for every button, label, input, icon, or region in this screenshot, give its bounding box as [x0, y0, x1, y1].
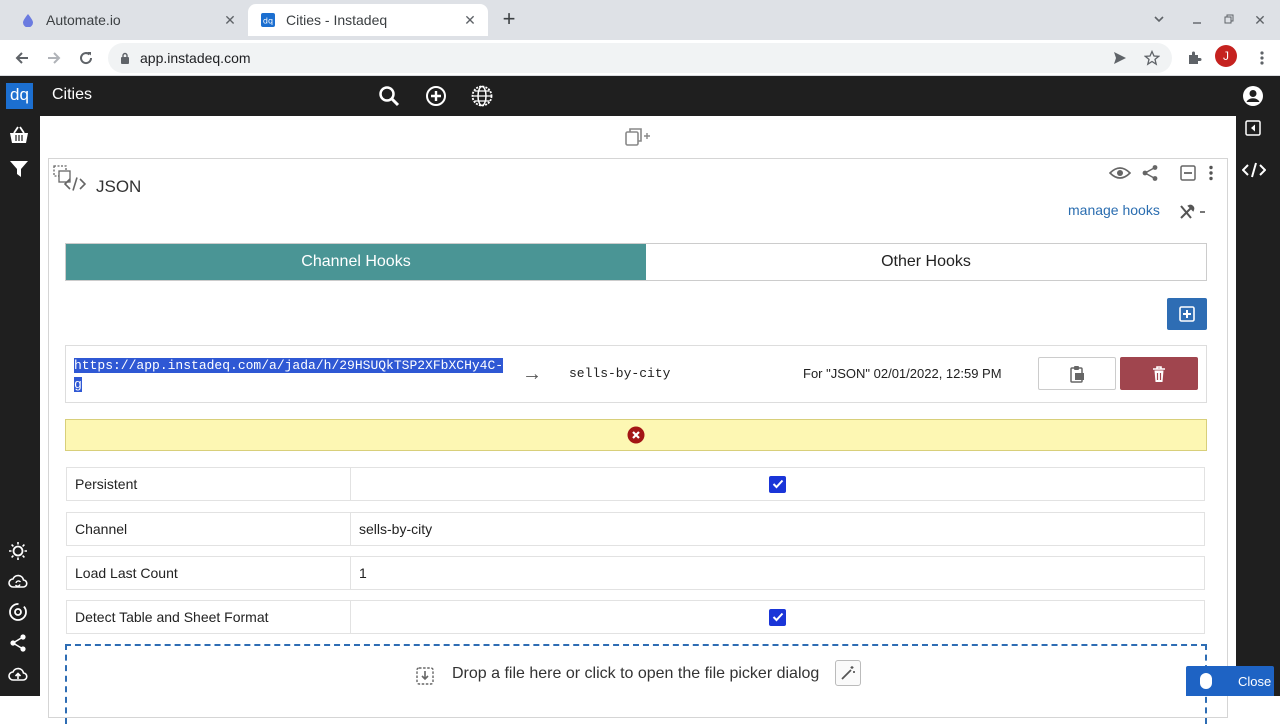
hook-url[interactable]: https://app.instadeq.com/a/jada/h/29HSUQ…	[74, 356, 508, 394]
property-value	[351, 601, 1204, 633]
browser-tab-title: Automate.io	[46, 12, 121, 28]
close-button-label: Close	[1238, 673, 1272, 689]
address-bar[interactable]: app.instadeq.com	[108, 43, 1172, 73]
minimize-icon[interactable]	[1187, 10, 1207, 30]
mouse-icon	[1200, 673, 1212, 689]
property-row-load-last-count: Load Last Count 1	[66, 556, 1205, 590]
user-account-icon[interactable]	[1241, 84, 1265, 108]
json-card: JSON manage hooks Channel Hooks Other Ho…	[48, 158, 1228, 724]
cloud-sync-icon[interactable]	[6, 570, 30, 594]
property-label: Channel	[67, 513, 351, 545]
add-card-icon[interactable]	[624, 126, 656, 148]
file-dropzone[interactable]: Drop a file here or click to open the fi…	[65, 644, 1207, 724]
trash-icon	[1152, 365, 1166, 383]
browser-tab-strip: Automate.io ✕ dq Cities - Instadeq ✕ + ✕	[0, 0, 1280, 40]
property-row-detect-table: Detect Table and Sheet Format	[66, 600, 1205, 634]
code-icon	[64, 173, 86, 195]
property-row-persistent: Persistent	[66, 467, 1205, 501]
arrow-right-icon: →	[522, 363, 542, 385]
error-banner	[65, 419, 1207, 451]
tab-channel-hooks[interactable]: Channel Hooks	[66, 244, 646, 280]
app-header: dq Cities	[0, 76, 1280, 116]
manage-hooks-link[interactable]: manage hooks	[1068, 202, 1160, 218]
detect-table-checkbox[interactable]	[769, 608, 786, 626]
cloud-upload-icon[interactable]	[6, 662, 30, 686]
browser-menu-icon[interactable]	[1250, 46, 1274, 70]
close-window-icon[interactable]: ✕	[1250, 10, 1270, 30]
url-text: app.instadeq.com	[140, 50, 251, 66]
close-tab-icon[interactable]: ✕	[220, 10, 240, 30]
app-logo[interactable]: dq	[6, 83, 33, 109]
send-icon[interactable]	[1108, 46, 1132, 70]
bookmark-star-icon[interactable]	[1140, 46, 1164, 70]
delete-hook-button[interactable]	[1120, 357, 1198, 390]
channel-field[interactable]: sells-by-city	[351, 513, 1204, 545]
collapse-panel-icon[interactable]	[1241, 116, 1265, 140]
load-last-count-field[interactable]: 1	[351, 557, 1204, 589]
reload-icon[interactable]	[74, 46, 98, 70]
extensions-icon[interactable]	[1182, 46, 1206, 70]
share-icon[interactable]	[1139, 162, 1161, 184]
copy-hook-button[interactable]	[1038, 357, 1116, 390]
svg-text:dq: dq	[263, 17, 273, 26]
property-row-channel: Channel sells-by-city	[66, 512, 1205, 546]
share-icon[interactable]	[6, 631, 30, 655]
minimize-card-icon[interactable]	[1177, 162, 1199, 184]
profile-avatar[interactable]: J	[1215, 45, 1237, 67]
tab-other-hooks[interactable]: Other Hooks	[646, 244, 1206, 280]
tools-icon[interactable]	[1178, 201, 1208, 223]
hook-row: https://app.instadeq.com/a/jada/h/29HSUQ…	[65, 345, 1207, 403]
card-title: JSON	[96, 177, 142, 196]
persistent-checkbox[interactable]	[769, 475, 786, 493]
hook-url-text: https://app.instadeq.com/a/jada/h/29HSUQ…	[74, 358, 504, 392]
hook-meta: For "JSON" 02/01/2022, 12:59 PM	[803, 366, 1002, 381]
left-sidebar	[0, 116, 40, 696]
globe-icon[interactable]	[470, 84, 494, 108]
settings-sync-icon[interactable]	[6, 600, 30, 624]
property-label: Detect Table and Sheet Format	[67, 601, 351, 633]
property-label: Persistent	[67, 468, 351, 500]
back-icon[interactable]	[10, 46, 34, 70]
right-sidebar	[1236, 116, 1280, 696]
instadeq-favicon-icon: dq	[260, 12, 276, 28]
magic-wand-icon[interactable]	[835, 660, 861, 686]
new-tab-icon[interactable]: +	[498, 8, 520, 31]
hooks-tabs: Channel Hooks Other Hooks	[65, 243, 1207, 281]
hook-channel: sells-by-city	[569, 366, 671, 381]
property-label: Load Last Count	[67, 557, 351, 589]
droplet-icon	[20, 12, 36, 28]
dropzone-text: Drop a file here or click to open the fi…	[452, 665, 820, 682]
browser-tab-cities[interactable]: dq Cities - Instadeq ✕	[248, 4, 488, 36]
add-circle-icon[interactable]	[424, 84, 448, 108]
code-icon[interactable]	[1242, 158, 1266, 182]
eye-icon[interactable]	[1109, 162, 1131, 184]
browser-toolbar: app.instadeq.com	[0, 40, 1280, 76]
brightness-icon[interactable]	[6, 539, 30, 563]
file-drop-icon	[414, 665, 436, 687]
property-value	[351, 468, 1204, 500]
tab-search-icon[interactable]	[1149, 10, 1169, 30]
browser-tab-automate[interactable]: Automate.io ✕	[8, 4, 248, 36]
forward-icon[interactable]	[42, 46, 66, 70]
clipboard-icon	[1069, 365, 1085, 383]
close-tab-icon[interactable]: ✕	[460, 10, 480, 30]
add-hook-button[interactable]	[1167, 298, 1207, 330]
restore-icon[interactable]	[1219, 10, 1239, 30]
search-icon[interactable]	[377, 84, 401, 108]
close-button[interactable]: Close	[1186, 666, 1274, 696]
more-vertical-icon[interactable]	[1200, 162, 1222, 184]
page-title: Cities	[52, 86, 93, 103]
main-canvas: JSON manage hooks Channel Hooks Other Ho…	[40, 116, 1236, 724]
basket-icon[interactable]	[7, 123, 31, 147]
filter-icon[interactable]	[7, 157, 31, 181]
lock-icon	[120, 52, 130, 64]
error-circle-icon[interactable]	[627, 426, 645, 444]
browser-tab-title: Cities - Instadeq	[286, 12, 388, 28]
